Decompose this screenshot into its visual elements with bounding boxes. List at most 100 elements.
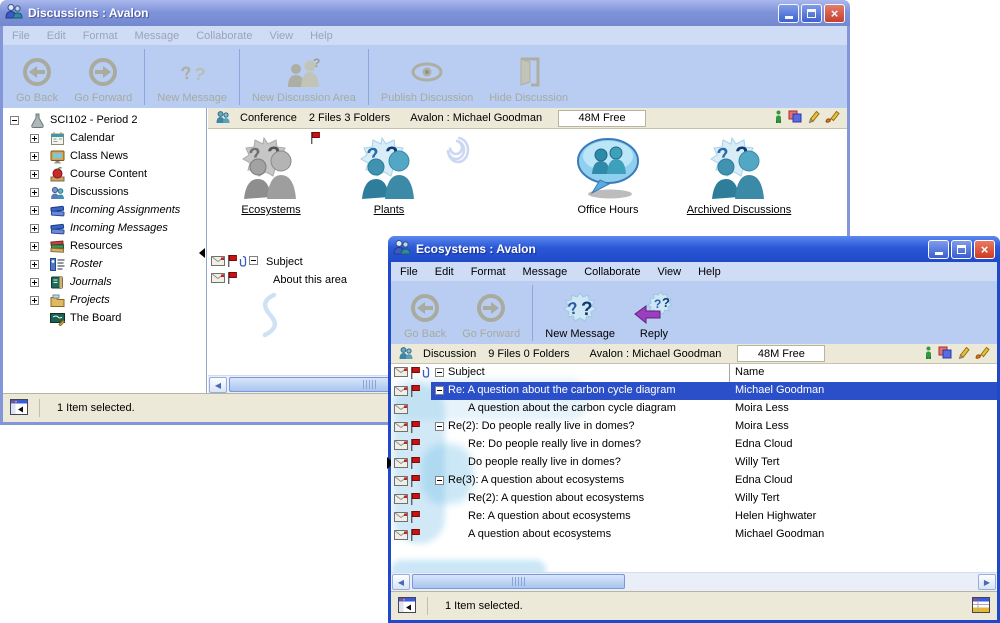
menu-collaborate[interactable]: Collaborate (584, 266, 640, 278)
plus-box-expander[interactable] (30, 188, 39, 197)
message-row-6[interactable]: Re(3): A question about ecosystemsEdna C… (391, 472, 997, 490)
pencil-icon[interactable] (957, 346, 970, 362)
titlebar[interactable]: Discussions : Avalon × (0, 0, 850, 26)
toolbar-publish-discussion[interactable]: Publish Discussion (373, 46, 481, 108)
message-row-2[interactable]: A question about the carbon cycle diagra… (391, 400, 997, 418)
who-is-online-icon[interactable] (924, 346, 933, 362)
toolbar-go-forward[interactable]: Go Forward (66, 46, 140, 108)
thread-collapse-box[interactable] (435, 386, 444, 398)
sidebar-item-journals[interactable]: Journals (3, 273, 206, 291)
subject-column-header[interactable]: Subject (448, 366, 485, 378)
scroll-thumb[interactable] (412, 574, 625, 589)
toolbar-new-message[interactable]: ??New Message (149, 46, 235, 108)
conference-item-plants[interactable]: ??Plants (329, 134, 449, 218)
plus-box-expander[interactable] (30, 260, 39, 269)
plus-box-expander[interactable] (30, 152, 39, 161)
message-row-1[interactable]: Re: A question about the carbon cycle di… (391, 382, 997, 400)
board-icon (50, 311, 65, 326)
pane-splitter-arrow[interactable] (199, 248, 205, 258)
layers-icon[interactable] (938, 346, 952, 362)
scroll-left-button[interactable]: ◀ (392, 574, 410, 590)
conference-item-archived-discussions[interactable]: ??Archived Discussions (654, 134, 824, 218)
layers-icon[interactable] (788, 110, 802, 126)
tree-item-label: Resources (70, 240, 123, 252)
sidebar-item-resources[interactable]: Resources (3, 237, 206, 255)
menu-collaborate[interactable]: Collaborate (196, 30, 252, 42)
toolbar-reply[interactable]: ??Reply (623, 282, 685, 344)
menu-help[interactable]: Help (698, 266, 721, 278)
message-row-7[interactable]: Re(2): A question about ecosystemsWilly … (391, 490, 997, 508)
menu-message[interactable]: Message (523, 266, 568, 278)
signature-pen-icon[interactable] (825, 110, 840, 126)
message-row-3[interactable]: Re(2): Do people really live in domes?Mo… (391, 418, 997, 436)
menu-help[interactable]: Help (310, 30, 333, 42)
sidebar-item-roster[interactable]: Roster (3, 255, 206, 273)
menu-format[interactable]: Format (471, 266, 506, 278)
panel-toggle-icon[interactable] (10, 399, 28, 418)
message-row-4[interactable]: Re: Do people really live in domes?Edna … (391, 436, 997, 454)
who-is-online-icon[interactable] (774, 110, 783, 126)
tree-root-sci102-period-2[interactable]: SCI102 - Period 2 (3, 111, 206, 129)
name-column-header[interactable]: Name (735, 366, 764, 378)
minimize-button[interactable] (778, 4, 799, 23)
close-button[interactable]: × (974, 240, 995, 259)
menu-format[interactable]: Format (83, 30, 118, 42)
plus-box-expander[interactable] (30, 134, 39, 143)
menu-file[interactable]: File (400, 266, 418, 278)
scroll-left-button[interactable]: ◀ (209, 377, 227, 393)
minimize-button[interactable] (928, 240, 949, 259)
sidebar-item-incoming-messages[interactable]: Incoming Messages (3, 219, 206, 237)
collapse-all-box[interactable] (435, 368, 444, 380)
toolbar-go-back[interactable]: Go Back (8, 46, 66, 108)
sidebar-item-class-news[interactable]: Class News (3, 147, 206, 165)
signature-pen-icon[interactable] (975, 346, 990, 362)
menu-edit[interactable]: Edit (47, 30, 66, 42)
sidebar-item-projects[interactable]: Projects (3, 291, 206, 309)
envelope-icon (394, 494, 408, 507)
maximize-button[interactable] (951, 240, 972, 259)
toolbar-new-message[interactable]: ??New Message (537, 282, 623, 344)
subject-column-header[interactable]: Subject (266, 256, 303, 268)
flag-icon (227, 255, 237, 270)
view-grid-icon[interactable] (972, 597, 990, 616)
plus-box-expander[interactable] (30, 224, 39, 233)
journal-icon (50, 275, 65, 290)
plus-box-expander[interactable] (30, 170, 39, 179)
plus-box-expander[interactable] (30, 206, 39, 215)
toolbar-new-discussion-area[interactable]: ?New Discussion Area (244, 46, 364, 108)
message-row-8[interactable]: Re: A question about ecosystemsHelen Hig… (391, 508, 997, 526)
menu-view[interactable]: View (657, 266, 681, 278)
horizontal-scrollbar[interactable]: ◀ ▶ (391, 572, 997, 591)
collapse-all-box[interactable] (249, 256, 258, 268)
menu-view[interactable]: View (269, 30, 293, 42)
toolbar-go-back[interactable]: Go Back (396, 282, 454, 344)
toolbar-go-forward[interactable]: Go Forward (454, 282, 528, 344)
pencil-icon[interactable] (807, 110, 820, 126)
panel-toggle-icon[interactable] (398, 597, 416, 616)
minus-box-expander[interactable] (10, 116, 19, 125)
maximize-button[interactable] (801, 4, 822, 23)
close-button[interactable]: × (824, 4, 845, 23)
menu-message[interactable]: Message (135, 30, 180, 42)
scroll-right-button[interactable]: ▶ (978, 574, 996, 590)
menu-edit[interactable]: Edit (435, 266, 454, 278)
message-row-9[interactable]: A question about ecosystemsMichael Goodm… (391, 526, 997, 544)
plus-box-expander[interactable] (30, 296, 39, 305)
column-divider[interactable] (729, 364, 730, 382)
conference-item-ecosystems[interactable]: ??Ecosystems (208, 134, 336, 218)
toolbar-divider (144, 49, 145, 105)
sidebar-item-incoming-assignments[interactable]: Incoming Assignments (3, 201, 206, 219)
sidebar-item-course-content[interactable]: Course Content (3, 165, 206, 183)
sidebar-item-calendar[interactable]: Calendar (3, 129, 206, 147)
toolbar-hide-discussion[interactable]: Hide Discussion (481, 46, 576, 108)
titlebar[interactable]: Ecosystems : Avalon × (388, 236, 1000, 262)
message-row-5[interactable]: Do people really live in domes?Willy Ter… (391, 454, 997, 472)
sidebar-item-discussions[interactable]: Discussions (3, 183, 206, 201)
plus-box-expander[interactable] (30, 242, 39, 251)
sidebar-item-the-board[interactable]: The Board (3, 309, 206, 327)
envelope-icon (394, 530, 408, 543)
plus-box-expander[interactable] (30, 278, 39, 287)
menu-file[interactable]: File (12, 30, 30, 42)
thread-collapse-box[interactable] (435, 422, 444, 434)
thread-collapse-box[interactable] (435, 476, 444, 488)
